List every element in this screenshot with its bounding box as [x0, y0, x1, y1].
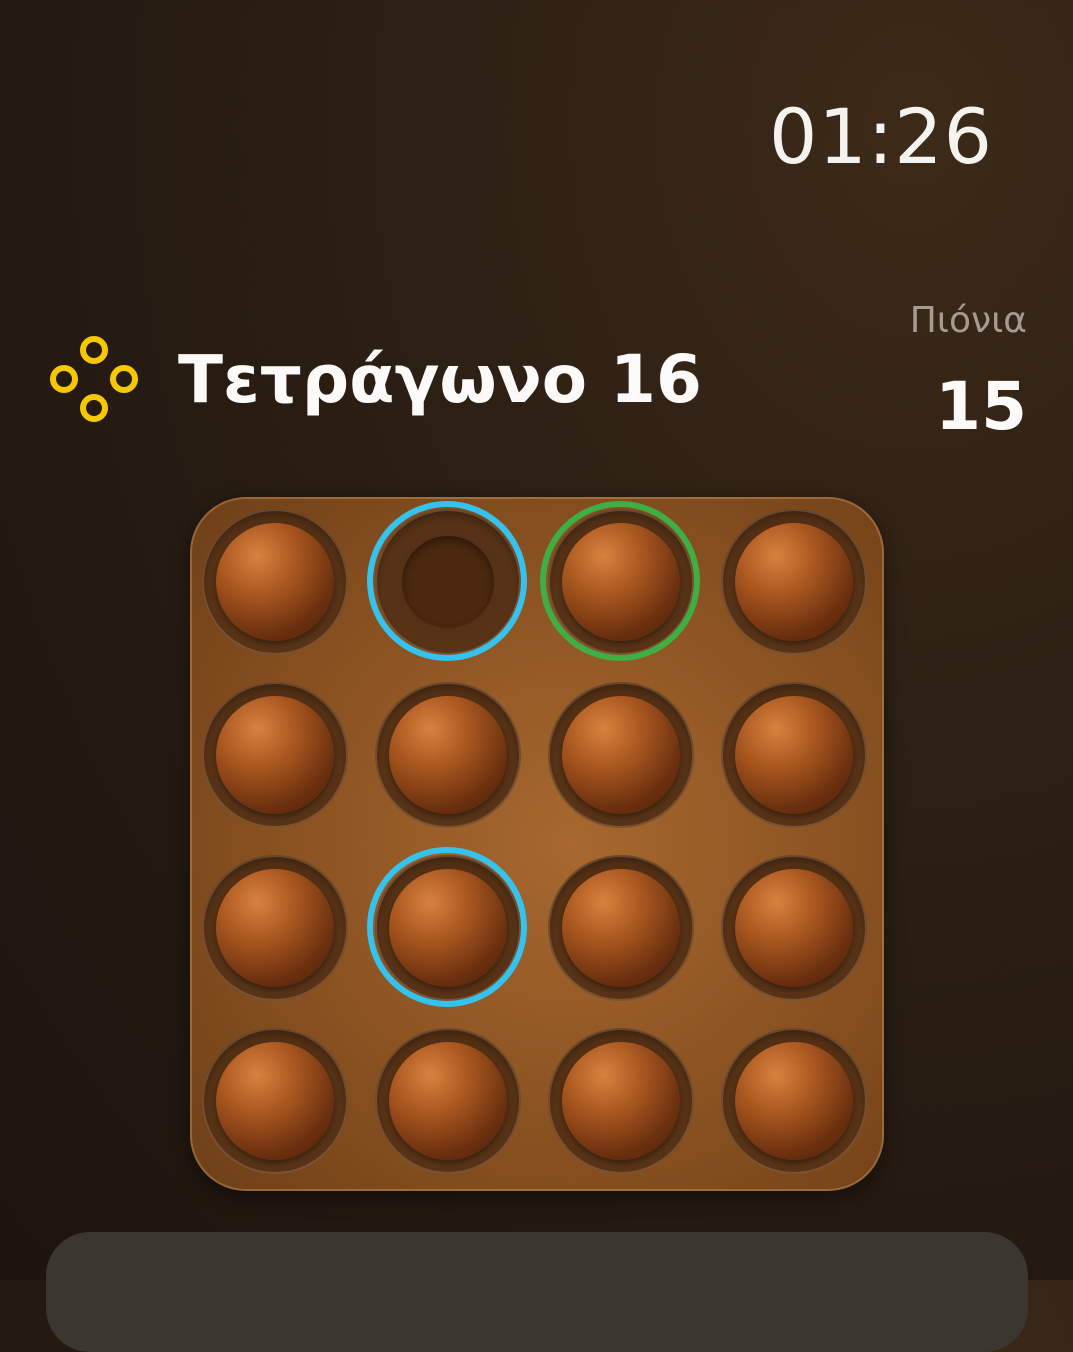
status-clock: 01:26	[768, 92, 993, 181]
peg[interactable]	[735, 869, 853, 987]
peg[interactable]	[216, 696, 334, 814]
board-hole[interactable]	[540, 501, 700, 661]
board-hole[interactable]	[721, 509, 867, 655]
bottom-panel	[46, 1232, 1028, 1352]
peg[interactable]	[735, 696, 853, 814]
pieces-count: 15	[935, 368, 1027, 445]
board-hole[interactable]	[375, 1028, 521, 1174]
board-hole[interactable]	[375, 682, 521, 828]
board-hole[interactable]	[548, 1028, 694, 1174]
pieces-label: Πιόνια	[909, 300, 1027, 341]
board-hole[interactable]	[721, 1028, 867, 1174]
peg[interactable]	[216, 1042, 334, 1160]
peg[interactable]	[562, 696, 680, 814]
peg-board	[190, 497, 884, 1191]
four-rings-icon	[50, 336, 138, 422]
peg[interactable]	[216, 523, 334, 641]
peg[interactable]	[562, 869, 680, 987]
board-hole[interactable]	[721, 855, 867, 1001]
board-hole[interactable]	[202, 855, 348, 1001]
board-hole[interactable]	[202, 682, 348, 828]
peg[interactable]	[216, 869, 334, 987]
board-hole[interactable]	[202, 1028, 348, 1174]
peg[interactable]	[389, 869, 507, 987]
board-hole[interactable]	[367, 501, 527, 661]
board-hole[interactable]	[548, 682, 694, 828]
puzzle-header: Τετράγωνο 16	[46, 335, 702, 423]
peg[interactable]	[389, 696, 507, 814]
peg[interactable]	[562, 1042, 680, 1160]
board-hole[interactable]	[548, 855, 694, 1001]
puzzle-title: Τετράγωνο 16	[178, 340, 702, 418]
board-hole[interactable]	[367, 847, 527, 1007]
peg[interactable]	[735, 523, 853, 641]
peg[interactable]	[389, 1042, 507, 1160]
board-hole[interactable]	[721, 682, 867, 828]
empty-hole[interactable]	[402, 536, 494, 628]
board-hole[interactable]	[202, 509, 348, 655]
peg[interactable]	[562, 523, 680, 641]
peg[interactable]	[735, 1042, 853, 1160]
